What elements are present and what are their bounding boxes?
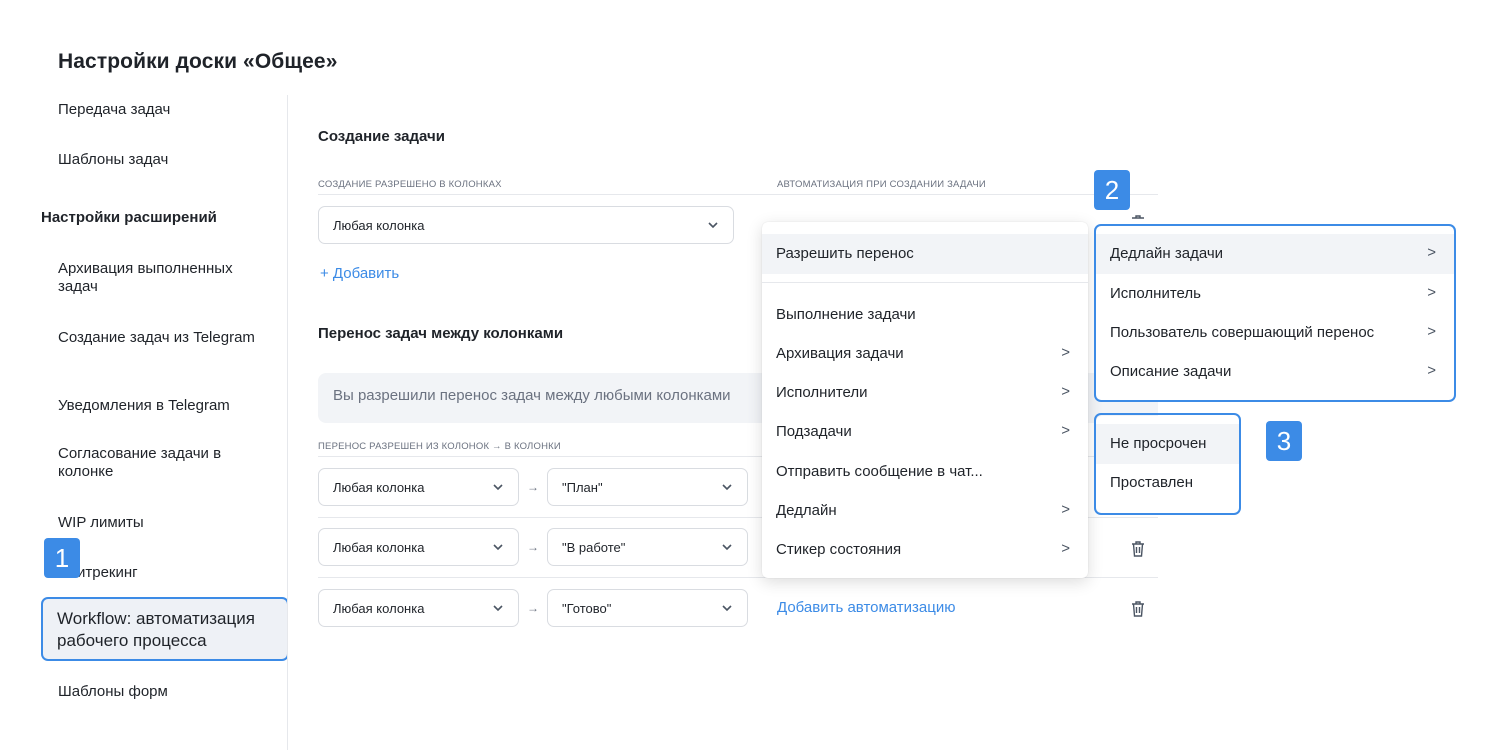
menu-item-label: Выполнение задачи xyxy=(776,306,916,323)
create-column-select[interactable]: Любая колонка xyxy=(318,206,734,244)
sidebar-item-task-transfer[interactable]: Передача задач xyxy=(58,101,273,119)
create-add-button[interactable]: + Добавить xyxy=(320,265,399,282)
add-automation-link[interactable]: Добавить автоматизацию xyxy=(777,599,956,616)
chevron-right-icon: > xyxy=(1061,344,1070,361)
create-automation-caption: Автоматизация при создании задачи xyxy=(777,179,986,190)
menu-item-deadline[interactable]: Дедлайн > xyxy=(762,491,1088,531)
transfer-from-value: Любая колонка xyxy=(333,479,425,495)
transfer-from-value: Любая колонка xyxy=(333,539,425,555)
menu-item-label: Отправить сообщение в чат... xyxy=(776,463,983,480)
menu-item-label: Разрешить перенос xyxy=(776,245,914,262)
sidebar-item-telegram-notifications[interactable]: Уведомления в Telegram xyxy=(58,397,273,415)
transfer-to-value: "В работе" xyxy=(562,539,626,555)
create-section-title: Создание задачи xyxy=(318,128,445,145)
transfer-from-value: Любая колонка xyxy=(333,600,425,616)
menu-item-label: Подзадачи xyxy=(776,423,852,440)
sidebar: Передача задач Шаблоны задач Настройки р… xyxy=(0,95,288,750)
menu-separator xyxy=(762,282,1088,283)
chevron-down-icon xyxy=(722,544,732,551)
chevron-right-icon: > xyxy=(1061,422,1070,439)
transfer-arrow: → xyxy=(527,540,539,554)
menu-item-task-completion[interactable]: Выполнение задачи xyxy=(762,295,1088,335)
highlight-frame-3 xyxy=(1094,413,1241,515)
sidebar-item-task-templates[interactable]: Шаблоны задач xyxy=(58,151,273,169)
chevron-right-icon: > xyxy=(1061,501,1070,518)
create-columns-caption: Создание разрешено в колонках xyxy=(318,179,502,190)
menu-item-send-chat-message[interactable]: Отправить сообщение в чат... xyxy=(762,452,1088,492)
chevron-down-icon xyxy=(722,605,732,612)
chevron-down-icon xyxy=(722,484,732,491)
transfer-to-value: "Готово" xyxy=(562,600,612,616)
transfer-to-select[interactable]: "Готово" xyxy=(547,589,748,627)
menu-item-label: Исполнители xyxy=(776,384,868,401)
transfer-from-select[interactable]: Любая колонка xyxy=(318,528,519,566)
transfer-info-text: Вы разрешили перенос задач между любыми … xyxy=(333,387,731,404)
create-divider xyxy=(318,194,1158,195)
transfer-caption: Перенос разрешен из колонок → в колонки xyxy=(318,441,561,452)
menu-item-label: Стикер состояния xyxy=(776,541,902,558)
transfer-from-select[interactable]: Любая колонка xyxy=(318,589,519,627)
chevron-right-icon: > xyxy=(1061,540,1070,557)
sidebar-item-workflow[interactable]: Workflow: автоматизация рабочего процесс… xyxy=(41,597,287,661)
step-badge-2: 2 xyxy=(1094,170,1130,210)
step-badge-3: 3 xyxy=(1266,421,1302,461)
highlight-frame-2 xyxy=(1094,224,1456,402)
transfer-section-title: Перенос задач между колонками xyxy=(318,325,564,342)
create-column-select-value: Любая колонка xyxy=(333,217,425,233)
menu-item-assignees[interactable]: Исполнители > xyxy=(762,373,1088,413)
page-title: Настройки доски «Общее» xyxy=(58,50,338,73)
chevron-down-icon xyxy=(708,222,718,229)
menu-item-status-sticker[interactable]: Стикер состояния > xyxy=(762,530,1088,570)
transfer-to-value: "План" xyxy=(562,479,603,495)
automation-menu: Разрешить перенос Выполнение задачи Архи… xyxy=(762,222,1088,578)
transfer-arrow: → xyxy=(527,480,539,494)
menu-item-allow-transfer[interactable]: Разрешить перенос xyxy=(762,234,1088,274)
transfer-from-select[interactable]: Любая колонка xyxy=(318,468,519,506)
sidebar-item-form-templates[interactable]: Шаблоны форм xyxy=(58,683,273,701)
transfer-to-select[interactable]: "В работе" xyxy=(547,528,748,566)
sidebar-item-time-tracking[interactable]: итрекинг xyxy=(77,564,287,582)
step-badge-1: 1 xyxy=(44,538,80,578)
trash-icon[interactable] xyxy=(1130,540,1146,558)
chevron-down-icon xyxy=(493,544,503,551)
chevron-right-icon: > xyxy=(1061,383,1070,400)
sidebar-item-archive-completed[interactable]: Архивация выполненных задач xyxy=(58,260,273,296)
sidebar-item-telegram-create[interactable]: Создание задач из Telegram xyxy=(58,329,273,347)
chevron-down-icon xyxy=(493,484,503,491)
menu-item-subtasks[interactable]: Подзадачи > xyxy=(762,412,1088,452)
menu-item-label: Архивация задачи xyxy=(776,345,904,362)
transfer-to-select[interactable]: "План" xyxy=(547,468,748,506)
sidebar-item-column-approval[interactable]: Согласование задачи в колонке xyxy=(58,445,273,481)
menu-item-label: Дедлайн xyxy=(776,502,837,519)
sidebar-item-wip-limits[interactable]: WIP лимиты xyxy=(58,514,273,532)
menu-item-archive-task[interactable]: Архивация задачи > xyxy=(762,334,1088,374)
sidebar-section-heading: Настройки расширений xyxy=(41,209,217,226)
chevron-down-icon xyxy=(493,605,503,612)
trash-icon[interactable] xyxy=(1130,600,1146,618)
transfer-arrow: → xyxy=(527,601,539,615)
